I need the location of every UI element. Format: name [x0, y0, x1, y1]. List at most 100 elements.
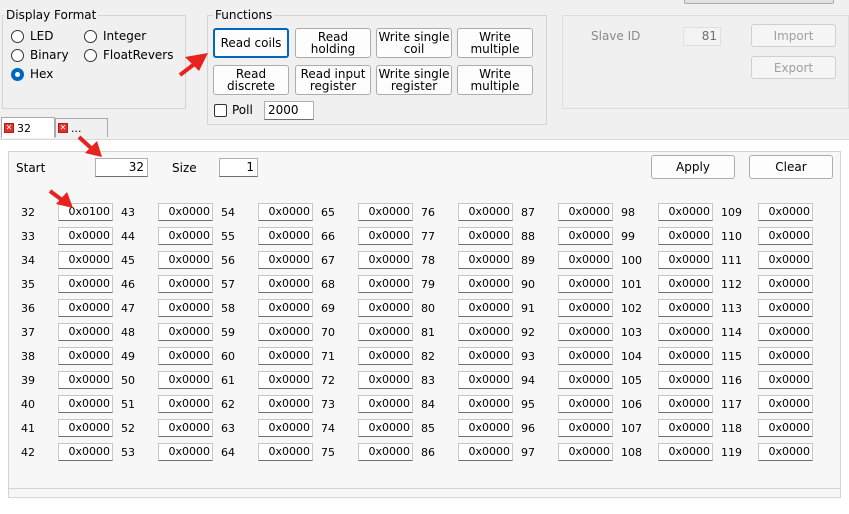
register-value-input[interactable]: 0x0000 — [58, 323, 113, 341]
import-button[interactable]: Import — [751, 24, 836, 47]
register-value-input[interactable]: 0x0000 — [458, 443, 513, 461]
register-value-input[interactable]: 0x0000 — [358, 419, 413, 437]
register-value-input[interactable]: 0x0000 — [458, 371, 513, 389]
register-value-input[interactable]: 0x0000 — [558, 251, 613, 269]
close-tab-icon[interactable]: ✕ — [58, 123, 68, 133]
radio-integer-indicator[interactable] — [84, 29, 97, 43]
radio-led-indicator[interactable] — [11, 29, 24, 43]
register-value-input[interactable]: 0x0000 — [158, 251, 213, 269]
write-multiple-coils-button[interactable]: Write multiple — [457, 28, 533, 58]
register-value-input[interactable]: 0x0000 — [558, 443, 613, 461]
register-value-input[interactable]: 0x0000 — [258, 395, 313, 413]
apply-button[interactable]: Apply — [651, 155, 735, 179]
register-value-input[interactable]: 0x0000 — [758, 371, 813, 389]
register-value-input[interactable]: 0x0000 — [558, 323, 613, 341]
radio-led[interactable]: LED — [11, 28, 54, 44]
register-value-input[interactable]: 0x0000 — [558, 203, 613, 221]
register-value-input[interactable]: 0x0000 — [458, 323, 513, 341]
register-value-input[interactable]: 0x0000 — [158, 347, 213, 365]
start-input[interactable]: 32 — [95, 158, 148, 177]
register-value-input[interactable]: 0x0000 — [558, 275, 613, 293]
register-value-input[interactable]: 0x0000 — [458, 227, 513, 245]
radio-hex-indicator[interactable] — [11, 67, 24, 81]
register-value-input[interactable]: 0x0000 — [58, 275, 113, 293]
radio-floatrevers[interactable]: FloatRevers — [84, 47, 174, 63]
register-value-input[interactable]: 0x0000 — [258, 419, 313, 437]
register-value-input[interactable]: 0x0000 — [758, 395, 813, 413]
tab-more[interactable]: ✕ ... — [55, 118, 108, 137]
register-value-input[interactable]: 0x0000 — [458, 347, 513, 365]
register-value-input[interactable]: 0x0000 — [458, 203, 513, 221]
slave-id-input[interactable]: 81 — [683, 27, 721, 46]
register-value-input[interactable]: 0x0000 — [258, 323, 313, 341]
register-value-input[interactable]: 0x0000 — [58, 419, 113, 437]
register-value-input[interactable]: 0x0000 — [558, 227, 613, 245]
export-button[interactable]: Export — [751, 56, 836, 79]
register-value-input[interactable]: 0x0000 — [658, 395, 713, 413]
register-value-input[interactable]: 0x0000 — [658, 227, 713, 245]
poll-checkbox[interactable] — [214, 104, 227, 117]
register-value-input[interactable]: 0x0000 — [158, 395, 213, 413]
register-value-input[interactable]: 0x0000 — [758, 299, 813, 317]
register-value-input[interactable]: 0x0000 — [158, 371, 213, 389]
register-value-input[interactable]: 0x0000 — [758, 227, 813, 245]
register-value-input[interactable]: 0x0000 — [658, 251, 713, 269]
write-single-coil-button[interactable]: Write single coil — [376, 28, 452, 58]
close-tab-icon[interactable]: ✕ — [4, 123, 14, 133]
register-value-input[interactable]: 0x0000 — [258, 275, 313, 293]
register-value-input[interactable]: 0x0000 — [358, 299, 413, 317]
write-multiple-registers-button[interactable]: Write multiple — [457, 65, 533, 95]
register-value-input[interactable]: 0x0000 — [558, 299, 613, 317]
radio-hex[interactable]: Hex — [11, 66, 53, 82]
register-value-input[interactable]: 0x0000 — [58, 227, 113, 245]
write-single-register-button[interactable]: Write single register — [376, 65, 452, 95]
register-value-input[interactable]: 0x0000 — [658, 371, 713, 389]
register-value-input[interactable]: 0x0000 — [158, 299, 213, 317]
register-value-input[interactable]: 0x0000 — [58, 251, 113, 269]
register-value-input[interactable]: 0x0000 — [58, 347, 113, 365]
poll-interval-input[interactable]: 2000 — [264, 101, 314, 120]
register-value-input[interactable]: 0x0000 — [158, 323, 213, 341]
register-value-input[interactable]: 0x0000 — [258, 227, 313, 245]
register-value-input[interactable]: 0x0000 — [158, 227, 213, 245]
register-value-input[interactable]: 0x0000 — [58, 299, 113, 317]
register-value-input[interactable]: 0x0000 — [658, 323, 713, 341]
register-value-input[interactable]: 0x0000 — [758, 275, 813, 293]
register-value-input[interactable]: 0x0000 — [658, 419, 713, 437]
read-discrete-button[interactable]: Read discrete — [213, 65, 289, 95]
register-value-input[interactable]: 0x0000 — [158, 419, 213, 437]
register-value-input[interactable]: 0x0000 — [358, 443, 413, 461]
read-input-register-button[interactable]: Read input register — [295, 65, 371, 95]
register-value-input[interactable]: 0x0000 — [158, 275, 213, 293]
register-value-input[interactable]: 0x0000 — [358, 203, 413, 221]
register-value-input[interactable]: 0x0000 — [658, 203, 713, 221]
register-value-input[interactable]: 0x0000 — [258, 347, 313, 365]
register-value-input[interactable]: 0x0000 — [458, 395, 513, 413]
register-value-input[interactable]: 0x0000 — [558, 371, 613, 389]
register-value-input[interactable]: 0x0000 — [758, 443, 813, 461]
register-value-input[interactable]: 0x0000 — [358, 227, 413, 245]
register-value-input[interactable]: 0x0000 — [658, 443, 713, 461]
register-value-input[interactable]: 0x0000 — [458, 275, 513, 293]
register-value-input[interactable]: 0x0000 — [658, 275, 713, 293]
register-value-input[interactable]: 0x0000 — [658, 347, 713, 365]
register-value-input[interactable]: 0x0000 — [358, 251, 413, 269]
register-value-input[interactable]: 0x0100 — [58, 203, 113, 221]
register-value-input[interactable]: 0x0000 — [358, 347, 413, 365]
register-value-input[interactable]: 0x0000 — [758, 203, 813, 221]
clear-button[interactable]: Clear — [749, 155, 833, 179]
register-value-input[interactable]: 0x0000 — [758, 251, 813, 269]
register-value-input[interactable]: 0x0000 — [758, 419, 813, 437]
register-value-input[interactable]: 0x0000 — [458, 251, 513, 269]
radio-binary-indicator[interactable] — [11, 48, 24, 62]
radio-floatrevers-indicator[interactable] — [84, 48, 97, 62]
radio-binary[interactable]: Binary — [11, 47, 69, 63]
register-value-input[interactable]: 0x0000 — [258, 203, 313, 221]
tab-32[interactable]: ✕ 32 — [1, 117, 55, 138]
read-holding-button[interactable]: Read holding — [295, 28, 371, 58]
register-value-input[interactable]: 0x0000 — [58, 395, 113, 413]
register-value-input[interactable]: 0x0000 — [58, 443, 113, 461]
register-value-input[interactable]: 0x0000 — [758, 323, 813, 341]
size-input[interactable]: 1 — [219, 158, 258, 177]
register-value-input[interactable]: 0x0000 — [658, 299, 713, 317]
